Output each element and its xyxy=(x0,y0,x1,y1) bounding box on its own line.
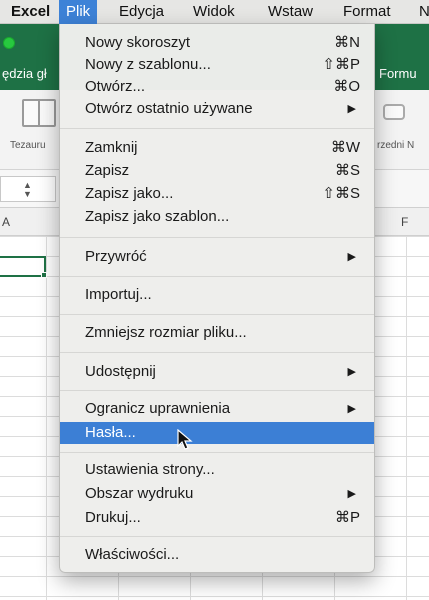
submenu-arrow-icon: ▶ xyxy=(347,103,356,115)
menu-item-label: Udostępnij xyxy=(85,363,156,380)
menubar-item-edycja[interactable]: Edycja xyxy=(112,0,171,24)
fill-handle[interactable] xyxy=(41,272,47,278)
menu-item-label: Drukuj... xyxy=(85,509,141,526)
column-header-a[interactable]: A xyxy=(2,215,10,229)
menu-item-open-recent[interactable]: Otwórz ostatnio używane ▶ xyxy=(60,98,374,120)
menu-separator xyxy=(60,390,374,391)
menu-item-reduce-file-size[interactable]: Zmniejsz rozmiar pliku... xyxy=(60,322,374,344)
ribbon-tab-formulas[interactable]: Formu xyxy=(379,66,417,81)
menu-shortcut: ⇧⌘P xyxy=(322,56,360,73)
stepper-arrows-icon[interactable]: ▲ ▼ xyxy=(23,181,32,199)
menu-separator xyxy=(60,352,374,353)
menu-item-open[interactable]: Otwórz... ⌘O xyxy=(60,76,374,98)
menu-item-new-from-template[interactable]: Nowy z szablonu... ⇧⌘P xyxy=(60,54,374,76)
menu-item-import[interactable]: Importuj... xyxy=(60,284,374,306)
menu-shortcut: ⌘O xyxy=(333,78,360,95)
menu-separator xyxy=(60,237,374,238)
menu-item-label: Właściwości... xyxy=(85,546,180,563)
menu-item-close[interactable]: Zamknij ⌘W xyxy=(60,137,374,159)
menu-item-passwords[interactable]: Hasła... xyxy=(60,422,374,444)
menu-shortcut: ⌘P xyxy=(334,509,360,526)
menubar-item-excel[interactable]: Excel xyxy=(4,0,57,24)
menu-item-print[interactable]: Drukuj... ⌘P xyxy=(60,507,374,529)
menu-item-label: Ustawienia strony... xyxy=(85,461,215,478)
menu-item-restrict-permissions[interactable]: Ogranicz uprawnienia ▶ xyxy=(60,398,374,420)
menu-item-label: Obszar wydruku xyxy=(85,485,194,502)
menu-shortcut: ⌘W xyxy=(330,139,360,156)
menu-item-label: Zapisz jako... xyxy=(85,185,174,202)
menu-separator xyxy=(60,536,374,537)
submenu-arrow-icon: ▶ xyxy=(347,488,356,500)
menubar-item-plik[interactable]: Plik xyxy=(59,0,98,24)
menubar-item-wstaw[interactable]: Wstaw xyxy=(261,0,320,24)
menu-separator xyxy=(60,128,374,129)
menu-item-label: Przywróć xyxy=(85,248,147,265)
ribbon-label-previous: rzedni N xyxy=(377,140,415,151)
menu-item-new-workbook[interactable]: Nowy skoroszyt ⌘N xyxy=(60,32,374,54)
menu-item-save[interactable]: Zapisz ⌘S xyxy=(60,160,374,182)
menu-item-label: Otwórz ostatnio używane xyxy=(85,100,253,117)
menu-separator xyxy=(60,452,374,453)
submenu-arrow-icon: ▶ xyxy=(347,366,356,378)
menubar-item-widok[interactable]: Widok xyxy=(186,0,242,24)
menu-item-label: Nowy z szablonu... xyxy=(85,56,211,73)
file-menu: Nowy skoroszyt ⌘N Nowy z szablonu... ⇧⌘P… xyxy=(59,24,375,573)
menu-item-page-setup[interactable]: Ustawienia strony... xyxy=(60,459,374,481)
thesaurus-icon[interactable] xyxy=(22,99,56,127)
comment-icon[interactable] xyxy=(383,104,405,120)
submenu-arrow-icon: ▶ xyxy=(347,403,356,415)
submenu-arrow-icon: ▶ xyxy=(347,251,356,263)
menu-item-label: Ogranicz uprawnienia xyxy=(85,400,231,417)
menu-shortcut: ⌘N xyxy=(334,34,360,51)
menu-shortcut: ⌘S xyxy=(334,162,360,179)
menu-item-label: Zamknij xyxy=(85,139,138,156)
menu-item-label: Hasła... xyxy=(85,424,136,441)
menu-bar: Excel Plik Edycja Widok Wstaw Format N xyxy=(0,0,429,24)
menu-item-share[interactable]: Udostępnij ▶ xyxy=(60,361,374,383)
menubar-item-n[interactable]: N xyxy=(412,0,429,24)
mouse-cursor-icon xyxy=(177,429,193,450)
menu-item-label: Zapisz xyxy=(85,162,130,179)
menu-item-label: Zapisz jako szablon... xyxy=(85,208,230,225)
menu-item-save-as[interactable]: Zapisz jako... ⇧⌘S xyxy=(60,183,374,205)
menu-item-label: Importuj... xyxy=(85,286,152,303)
ribbon-label-thesaurus: Tezauru xyxy=(10,140,46,151)
window-control-icon[interactable] xyxy=(3,37,15,49)
menu-item-label: Nowy skoroszyt xyxy=(85,34,191,51)
menu-item-save-as-template[interactable]: Zapisz jako szablon... xyxy=(60,206,374,228)
menu-separator xyxy=(60,314,374,315)
menu-item-label: Zmniejsz rozmiar pliku... xyxy=(85,324,247,341)
selected-cell[interactable] xyxy=(0,256,46,277)
menubar-item-format[interactable]: Format xyxy=(336,0,398,24)
ribbon-tab-home[interactable]: ędzia gł xyxy=(2,66,47,81)
name-box[interactable]: ▲ ▼ xyxy=(0,176,56,202)
column-header-f[interactable]: F xyxy=(401,215,408,229)
menu-separator xyxy=(60,276,374,277)
menu-item-print-area[interactable]: Obszar wydruku ▶ xyxy=(60,483,374,505)
menu-shortcut: ⇧⌘S xyxy=(322,185,360,202)
menu-item-label: Otwórz... xyxy=(85,78,146,95)
menu-item-properties[interactable]: Właściwości... xyxy=(60,544,374,566)
menu-item-revert[interactable]: Przywróć ▶ xyxy=(60,246,374,268)
